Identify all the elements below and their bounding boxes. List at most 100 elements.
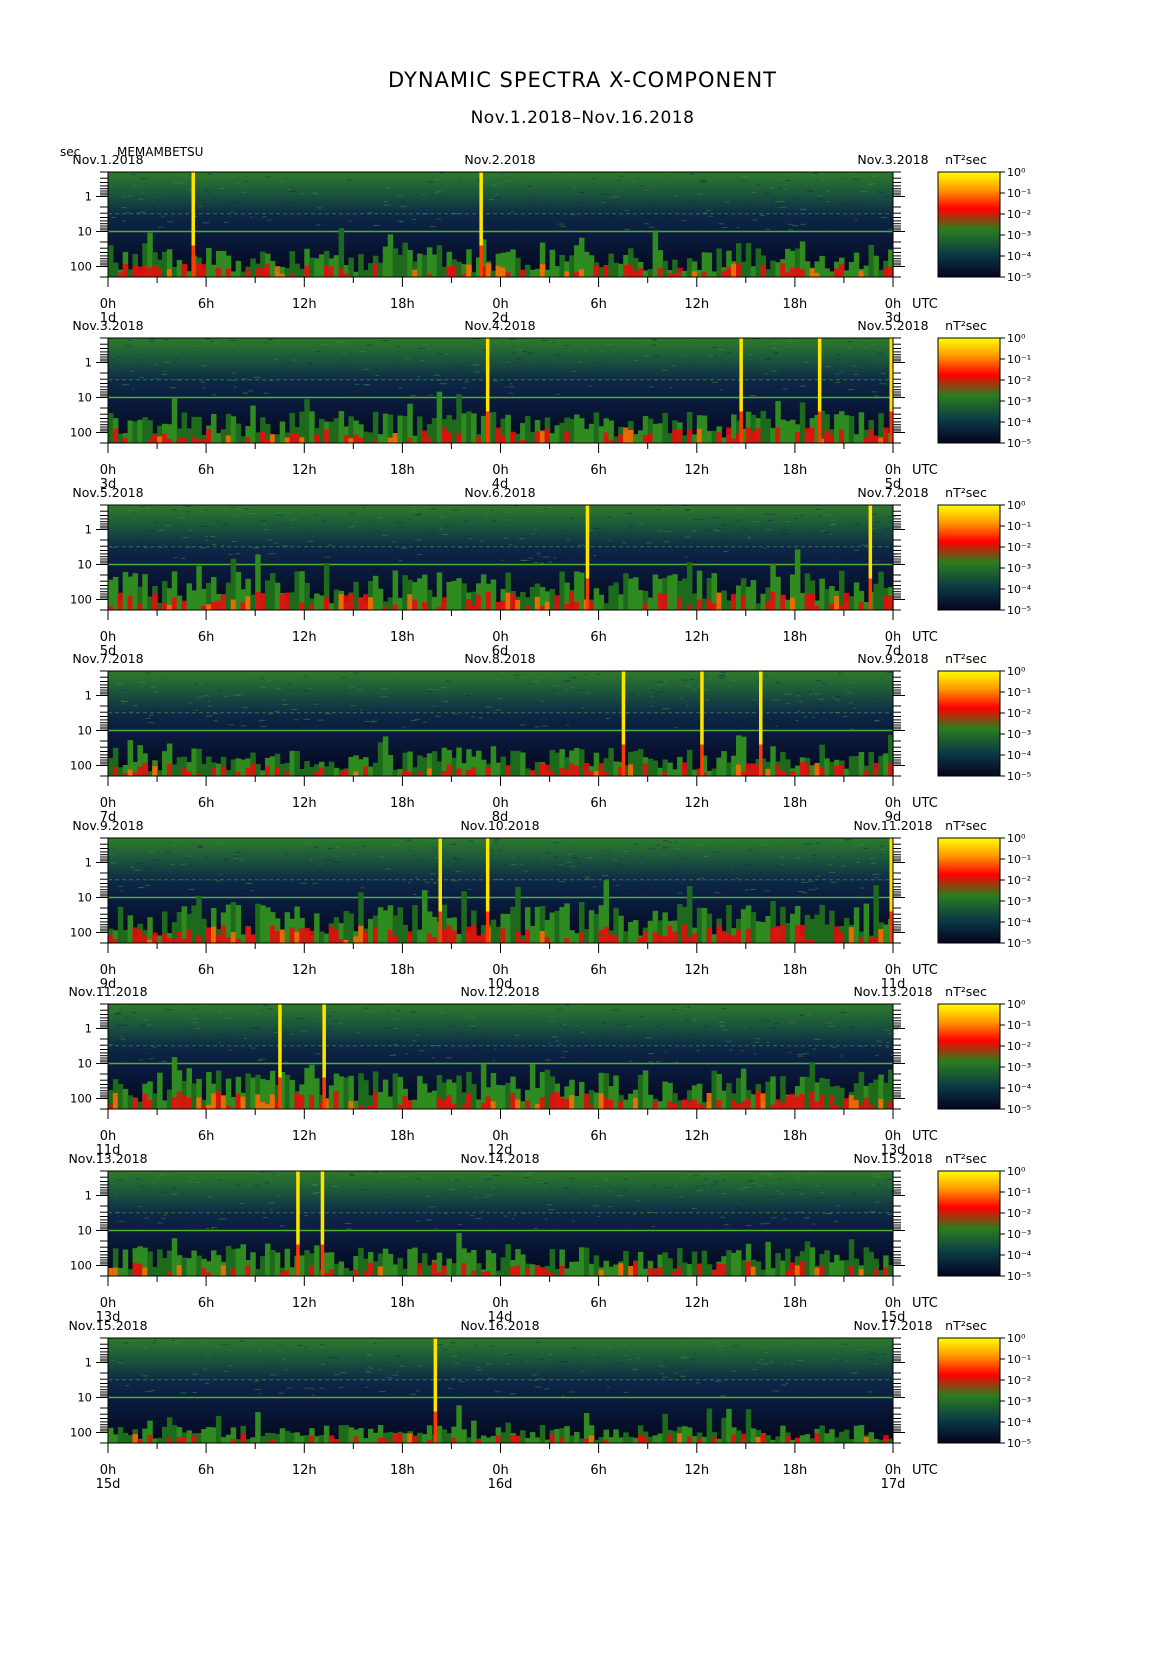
spectra-texture: [341, 370, 344, 372]
spectra-texture: [811, 519, 814, 521]
spectra-texture: [493, 679, 501, 681]
spectra-texture: [781, 863, 784, 865]
spectra-texture: [685, 858, 689, 860]
spectra-texture: [592, 1205, 600, 1207]
spectra-texture: [340, 1372, 347, 1374]
spectra-texture: [117, 1057, 124, 1059]
spectra-texture: [856, 1349, 863, 1350]
activity-peak: [358, 925, 364, 943]
activity-peak: [652, 1270, 659, 1276]
x-tick-label: 6h: [590, 1296, 607, 1311]
activity-peak: [245, 926, 251, 943]
spectra-texture: [763, 547, 766, 549]
spectra-texture: [398, 346, 401, 348]
spectra-texture: [299, 218, 304, 220]
spectra-texture: [423, 721, 427, 723]
activity-column: [279, 1428, 286, 1443]
activity-peak: [407, 931, 413, 943]
activity-peak: [446, 1095, 452, 1109]
colorbar: [937, 670, 1001, 777]
spectra-texture: [254, 1380, 259, 1382]
activity-column: [323, 1252, 330, 1276]
spectra-texture: [469, 840, 474, 842]
activity-column: [245, 1073, 251, 1109]
activity-peak: [152, 932, 158, 943]
spectra-texture: [601, 215, 606, 217]
activity-peak: [333, 929, 340, 943]
spectra-texture: [566, 724, 570, 726]
spectra-texture: [303, 718, 310, 720]
activity-peak: [525, 1100, 531, 1109]
spectra-texture: [701, 1388, 705, 1390]
spectra-texture: [754, 1042, 759, 1044]
spectra-texture: [238, 702, 244, 703]
activity-column: [647, 758, 654, 776]
activity-column: [372, 1432, 379, 1443]
activity-peak: [588, 1105, 595, 1109]
spectra-texture: [518, 538, 526, 540]
activity-column: [794, 549, 801, 610]
activity-peak: [250, 934, 256, 943]
y-tick-label: 10: [77, 1390, 92, 1404]
spectra-texture: [766, 700, 773, 702]
activity-column: [652, 1435, 659, 1443]
spectra-texture: [391, 222, 395, 224]
spectra-texture: [153, 201, 156, 203]
spectra-texture: [601, 875, 609, 877]
spectra-texture: [827, 205, 831, 207]
spectra-texture: [250, 870, 257, 872]
activity-column: [127, 915, 134, 943]
spectra-texture: [455, 1046, 463, 1048]
spectra-texture: [400, 1219, 404, 1221]
spectra-texture: [592, 886, 597, 888]
panel-date-end: Nov.13.2018: [853, 984, 932, 999]
activity-column: [225, 582, 232, 610]
spectra-texture: [342, 677, 346, 678]
spectra-texture: [843, 1359, 848, 1361]
spectra-texture: [721, 1354, 725, 1356]
spectra-texture: [155, 377, 159, 379]
spectra-texture: [411, 221, 418, 223]
spectra-texture: [796, 694, 800, 696]
spectra-texture: [196, 696, 204, 698]
spectra-spike: [759, 744, 763, 776]
spectra-texture: [658, 385, 663, 386]
spectra-texture: [370, 1368, 373, 1370]
activity-column: [765, 1241, 771, 1276]
spectra-texture: [523, 340, 526, 342]
spectra-texture: [604, 1209, 609, 1211]
colorbar-tick-label: 10⁻²: [1007, 1374, 1031, 1387]
activity-column: [760, 410, 766, 443]
spectra-texture: [559, 1043, 563, 1045]
spectra-texture: [674, 1372, 677, 1374]
activity-column: [711, 271, 717, 277]
activity-column: [368, 918, 374, 943]
activity-peak: [652, 1101, 659, 1109]
spectra-texture: [710, 1183, 718, 1185]
spectra-texture: [391, 843, 396, 845]
activity-peak: [265, 1104, 271, 1109]
spectra-texture: [344, 1222, 352, 1224]
activity-column: [480, 759, 487, 776]
colorbar-tick-label: 10⁻³: [1007, 395, 1031, 408]
activity-peak: [667, 1100, 673, 1109]
spectra-texture: [714, 892, 720, 894]
activity-peak: [417, 1262, 423, 1276]
x-unit-label: UTC: [912, 1463, 938, 1478]
spectra-texture: [397, 1010, 401, 1012]
activity-column: [868, 1432, 874, 1443]
colorbar: [937, 1170, 1001, 1277]
activity-peak: [328, 1435, 335, 1443]
spectra-texture: [875, 1363, 879, 1365]
activity-peak: [441, 597, 448, 610]
spectra-texture: [568, 854, 572, 855]
activity-peak: [269, 1439, 276, 1443]
activity-column: [338, 411, 345, 443]
spectra-texture: [662, 847, 669, 849]
spectra-texture: [370, 710, 375, 711]
colorbar-tick-label: 10⁰: [1007, 166, 1026, 179]
spectra-texture: [409, 1393, 417, 1395]
activity-peak: [618, 434, 624, 443]
activity-column: [843, 1260, 850, 1276]
activity-column: [417, 1432, 423, 1443]
